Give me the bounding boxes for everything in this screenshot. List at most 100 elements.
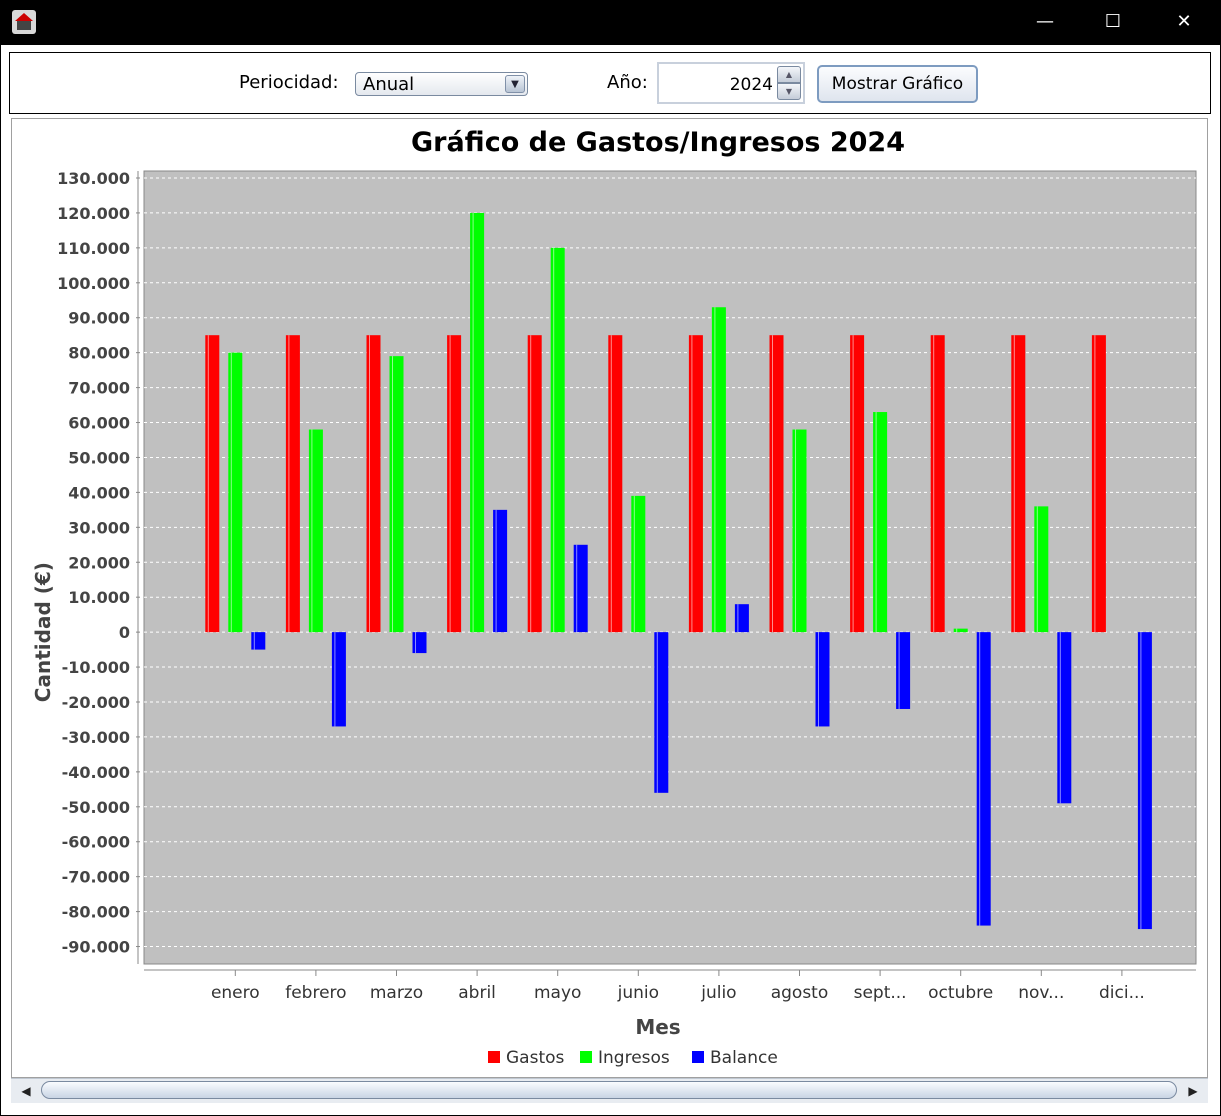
y-tick-label: -40.000	[62, 763, 130, 782]
bar-balance	[815, 632, 830, 727]
bar-ingresos	[228, 352, 243, 633]
app-icon[interactable]	[12, 10, 36, 34]
y-tick-label: 30.000	[68, 518, 130, 537]
anio-label: Año:	[607, 72, 648, 93]
bar-gastos	[285, 335, 300, 633]
bar-ingresos	[873, 412, 888, 633]
bar-balance	[493, 509, 508, 633]
y-tick-label: 120.000	[57, 204, 130, 223]
anio-spinner[interactable]: 2024 ▲ ▼	[657, 62, 805, 104]
x-tick-label: junio	[617, 983, 659, 1003]
y-tick-label: -70.000	[62, 868, 130, 887]
legend-label-gastos: Gastos	[506, 1048, 565, 1068]
anio-value[interactable]: 2024	[730, 75, 773, 95]
x-tick-label: octubre	[928, 983, 993, 1003]
y-axis-label: Cantidad (€)	[31, 562, 55, 702]
bar-gastos	[366, 335, 381, 633]
y-tick-label: -30.000	[62, 728, 130, 747]
minimize-icon[interactable]: —	[1025, 8, 1065, 36]
bar-balance	[573, 544, 588, 633]
legend-label-ingresos: Ingresos	[598, 1048, 670, 1068]
y-tick-label: 110.000	[57, 239, 130, 258]
x-tick-label: febrero	[285, 983, 346, 1003]
y-tick-label: 50.000	[68, 448, 130, 467]
y-tick-label: -80.000	[62, 903, 130, 922]
bar-balance	[412, 632, 427, 654]
y-tick-label: 40.000	[68, 483, 130, 502]
periodicidad-value: Anual	[363, 74, 415, 95]
bar-gastos	[447, 335, 462, 633]
y-tick-label: -90.000	[62, 938, 130, 957]
bar-ingresos	[953, 628, 968, 633]
bar-ingresos	[792, 429, 807, 633]
x-tick-label: enero	[211, 983, 260, 1003]
x-tick-label: abril	[458, 983, 496, 1003]
scroll-right-icon[interactable]: ▶	[1182, 1082, 1204, 1100]
bar-balance	[734, 604, 749, 633]
legend-label-balance: Balance	[710, 1048, 778, 1068]
y-tick-label: 130.000	[57, 169, 130, 188]
spinner-up-icon[interactable]: ▲	[777, 66, 801, 83]
spinner-down-icon[interactable]: ▼	[777, 83, 801, 100]
bar-gastos	[688, 335, 703, 633]
bar-ingresos	[550, 247, 565, 633]
title-bar: — ☐ ✕	[0, 0, 1221, 44]
legend-swatch-ingresos	[580, 1051, 592, 1063]
bar-gastos	[205, 335, 220, 633]
bar-gastos	[527, 335, 542, 633]
y-tick-label: 100.000	[57, 274, 130, 293]
legend-swatch-balance	[692, 1051, 704, 1063]
y-tick-label: -60.000	[62, 833, 130, 852]
legend-swatch-gastos	[488, 1051, 500, 1063]
y-tick-label: -10.000	[62, 658, 130, 677]
y-tick-label: -50.000	[62, 798, 130, 817]
bar-balance	[976, 632, 991, 926]
scrollbar-thumb[interactable]	[41, 1081, 1177, 1099]
bar-balance	[654, 632, 669, 793]
x-tick-label: julio	[700, 983, 736, 1003]
y-tick-label: 80.000	[68, 344, 130, 363]
bar-ingresos	[389, 356, 404, 633]
bar-ingresos	[1034, 506, 1049, 633]
bar-balance	[331, 632, 346, 727]
bar-gastos	[930, 335, 945, 633]
chevron-down-icon[interactable]: ▼	[505, 75, 525, 93]
bar-balance	[1057, 632, 1072, 804]
close-icon[interactable]: ✕	[1164, 8, 1204, 36]
y-tick-label: 0	[119, 623, 130, 642]
horizontal-scrollbar[interactable]: ◀ ▶	[11, 1078, 1208, 1103]
x-tick-label: agosto	[771, 983, 829, 1003]
y-tick-label: 10.000	[68, 588, 130, 607]
periodicidad-label: Periocidad:	[239, 72, 339, 93]
bar-ingresos	[711, 307, 726, 633]
x-tick-label: dici...	[1099, 983, 1145, 1003]
y-tick-label: 20.000	[68, 553, 130, 572]
bar-balance	[1137, 632, 1152, 930]
y-tick-label: 70.000	[68, 379, 130, 398]
x-tick-label: nov...	[1018, 983, 1064, 1003]
bar-ingresos	[308, 429, 323, 633]
chart-title: Gráfico de Gastos/Ingresos 2024	[411, 127, 905, 158]
legend: Gastos Ingresos Balance	[488, 1048, 778, 1068]
bar-ingresos	[470, 212, 485, 633]
bar-gastos	[608, 335, 623, 633]
bar-ingresos	[631, 495, 646, 633]
x-tick-label: mayo	[534, 983, 581, 1003]
bar-chart: Gráfico de Gastos/Ingresos 2024 130.000 12…	[31, 127, 1197, 1068]
y-tick-label: -20.000	[62, 693, 130, 712]
y-tick-label: 90.000	[68, 309, 130, 328]
y-tick-label: 60.000	[68, 414, 130, 433]
bar-gastos	[850, 335, 865, 633]
scroll-left-icon[interactable]: ◀	[15, 1082, 37, 1100]
bar-balance	[896, 632, 911, 709]
maximize-icon[interactable]: ☐	[1093, 8, 1133, 36]
periodicidad-select[interactable]: Anual ▼	[355, 72, 528, 96]
x-axis-label: Mes	[635, 1015, 680, 1039]
bar-gastos	[1091, 335, 1106, 633]
x-tick-label: sept...	[854, 983, 907, 1003]
bar-gastos	[769, 335, 784, 633]
bar-gastos	[1011, 335, 1026, 633]
bar-balance	[251, 632, 266, 650]
x-tick-label: marzo	[370, 983, 423, 1003]
mostrar-grafico-button[interactable]: Mostrar Gráfico	[817, 65, 978, 103]
